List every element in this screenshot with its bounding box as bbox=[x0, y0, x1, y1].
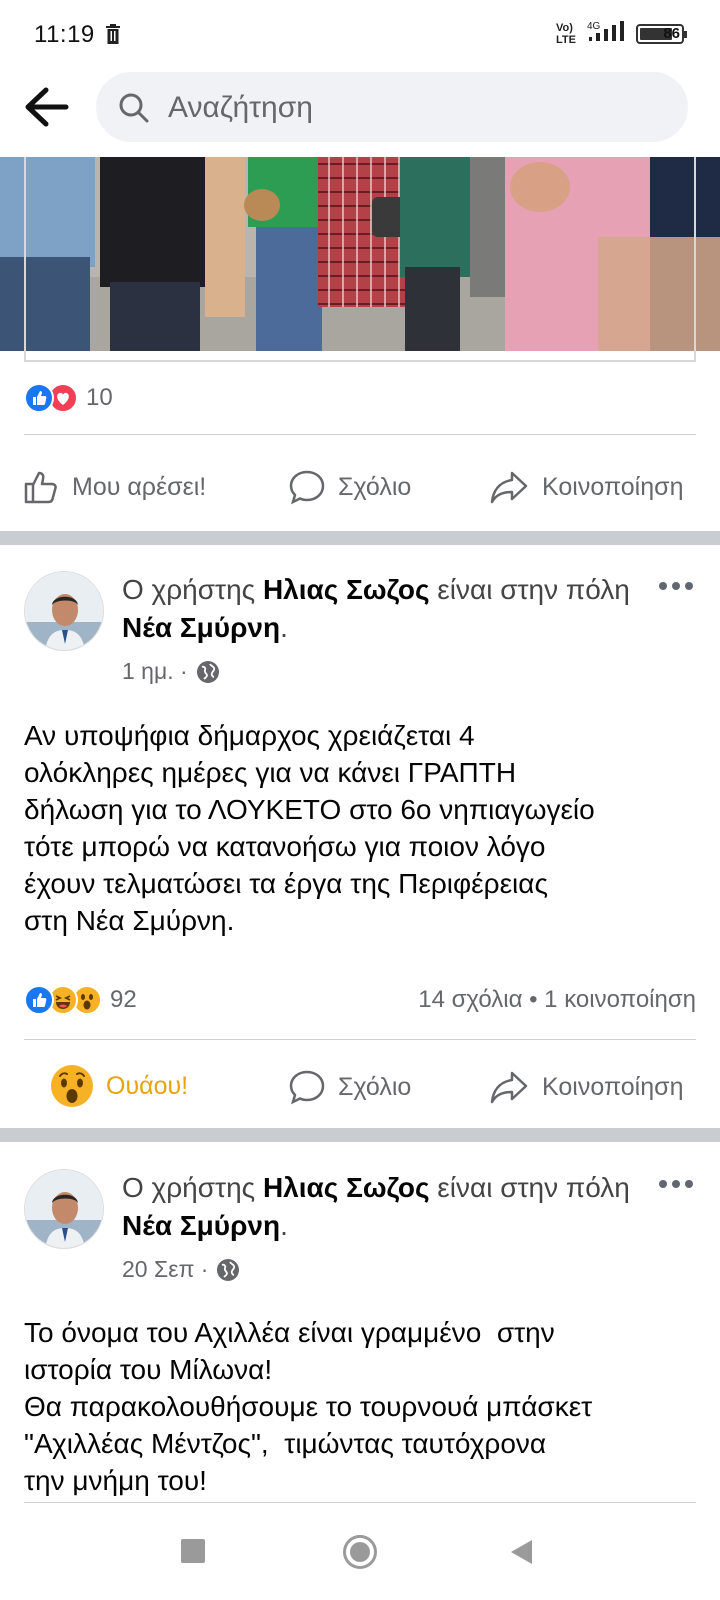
search-placeholder: Αναζήτηση bbox=[168, 91, 313, 124]
share-button[interactable]: Κοινοποίηση bbox=[488, 468, 683, 506]
avatar-photo bbox=[25, 1170, 103, 1248]
comments-shares-count[interactable]: 14 σχόλια • 1 κοινοποίηση bbox=[418, 986, 696, 1014]
wow-icon bbox=[51, 1065, 93, 1107]
header-suffix: . bbox=[280, 612, 288, 643]
post-card-frame bbox=[24, 157, 696, 362]
share-label: Κοινοποίηση bbox=[542, 1072, 684, 1101]
location-name[interactable]: Νέα Σμύρνη bbox=[122, 1210, 280, 1241]
avatar[interactable] bbox=[24, 1169, 104, 1249]
volte-indicator: Vo) LTE bbox=[556, 22, 576, 46]
battery-text: 86 bbox=[663, 25, 680, 42]
header-prefix: Ο χρήστης bbox=[122, 574, 263, 605]
nav-back-icon[interactable] bbox=[508, 1538, 534, 1566]
globe-icon bbox=[217, 1258, 240, 1281]
header-suffix: . bbox=[280, 1210, 288, 1241]
network-type: 4G bbox=[587, 21, 601, 32]
reaction-summary[interactable]: 92 bbox=[24, 985, 137, 1015]
nav-home-icon[interactable] bbox=[342, 1534, 378, 1570]
post-body: Αν υποψήφια δήμαρχος χρειάζεται 4 ολόκλη… bbox=[24, 720, 595, 936]
comment-label: Σχόλιο bbox=[338, 1072, 412, 1101]
share-label: Κοινοποίηση bbox=[542, 472, 684, 501]
author-name[interactable]: Ηλιας Σωζος bbox=[263, 1172, 430, 1203]
search-bar[interactable]: Αναζήτηση bbox=[96, 72, 688, 142]
comment-button[interactable]: Σχόλιο bbox=[288, 468, 411, 506]
wow-reaction-button[interactable]: Ουάου! bbox=[50, 1064, 188, 1108]
share-icon bbox=[490, 471, 528, 504]
status-bar: 11:19 Vo) LTE 4G 86 bbox=[0, 0, 720, 68]
search-icon bbox=[119, 93, 149, 123]
reaction-count: 92 bbox=[110, 986, 137, 1013]
share-button[interactable]: Κοινοποίηση bbox=[488, 1068, 683, 1106]
post-separator bbox=[0, 531, 720, 545]
header-prefix: Ο χρήστης bbox=[122, 1172, 263, 1203]
wow-reaction-label: Ουάου! bbox=[106, 1071, 189, 1100]
battery-nub bbox=[684, 31, 687, 38]
like-button[interactable]: Μου αρέσει! bbox=[22, 468, 206, 506]
trash-icon bbox=[106, 24, 120, 44]
post-meta: 1 ημ. · bbox=[122, 658, 220, 685]
comment-button[interactable]: Σχόλιο bbox=[288, 1068, 411, 1106]
location-name[interactable]: Νέα Σμύρνη bbox=[122, 612, 280, 643]
more-icon[interactable] bbox=[658, 1179, 694, 1189]
battery-icon: 86 bbox=[636, 24, 687, 44]
system-nav-bar bbox=[0, 1500, 720, 1600]
status-time: 11:19 bbox=[34, 21, 95, 48]
divider bbox=[24, 434, 696, 435]
post-header: Ο χρήστης Ηλιας Σωζος είναι στην πόλη Νέ… bbox=[122, 571, 642, 647]
like-label: Μου αρέσει! bbox=[72, 472, 207, 501]
comment-icon bbox=[289, 470, 325, 505]
share-icon bbox=[490, 1071, 528, 1104]
like-reaction-icon bbox=[24, 383, 54, 413]
avatar[interactable] bbox=[24, 571, 104, 651]
author-name[interactable]: Ηλιας Σωζος bbox=[263, 574, 430, 605]
comment-icon bbox=[289, 1070, 325, 1105]
divider bbox=[24, 1502, 696, 1503]
post-header: Ο χρήστης Ηλιας Σωζος είναι στην πόλη Νέ… bbox=[122, 1169, 642, 1245]
like-icon bbox=[24, 471, 57, 504]
nav-recents-icon[interactable] bbox=[180, 1538, 206, 1564]
post-time[interactable]: 1 ημ. · bbox=[122, 658, 188, 685]
comment-label: Σχόλιο bbox=[338, 472, 412, 501]
divider bbox=[24, 1039, 696, 1040]
post-meta: 20 Σεπ · bbox=[122, 1256, 240, 1283]
signal-4g-icon: 4G bbox=[587, 21, 624, 41]
header-middle: είναι στην πόλη bbox=[429, 574, 630, 605]
header-middle: είναι στην πόλη bbox=[429, 1172, 630, 1203]
reaction-summary[interactable]: 10 bbox=[24, 383, 113, 413]
globe-icon bbox=[196, 660, 219, 683]
post-body: Το όνομα του Αχιλλέα είναι γραμμένο στην… bbox=[24, 1317, 593, 1496]
back-arrow-icon[interactable] bbox=[22, 84, 72, 130]
more-icon[interactable] bbox=[658, 581, 694, 591]
like-reaction-icon bbox=[24, 985, 54, 1015]
avatar-photo bbox=[25, 572, 103, 650]
post-separator bbox=[0, 1128, 720, 1142]
post-time[interactable]: 20 Σεπ · bbox=[122, 1256, 208, 1283]
reaction-count: 10 bbox=[86, 384, 113, 411]
